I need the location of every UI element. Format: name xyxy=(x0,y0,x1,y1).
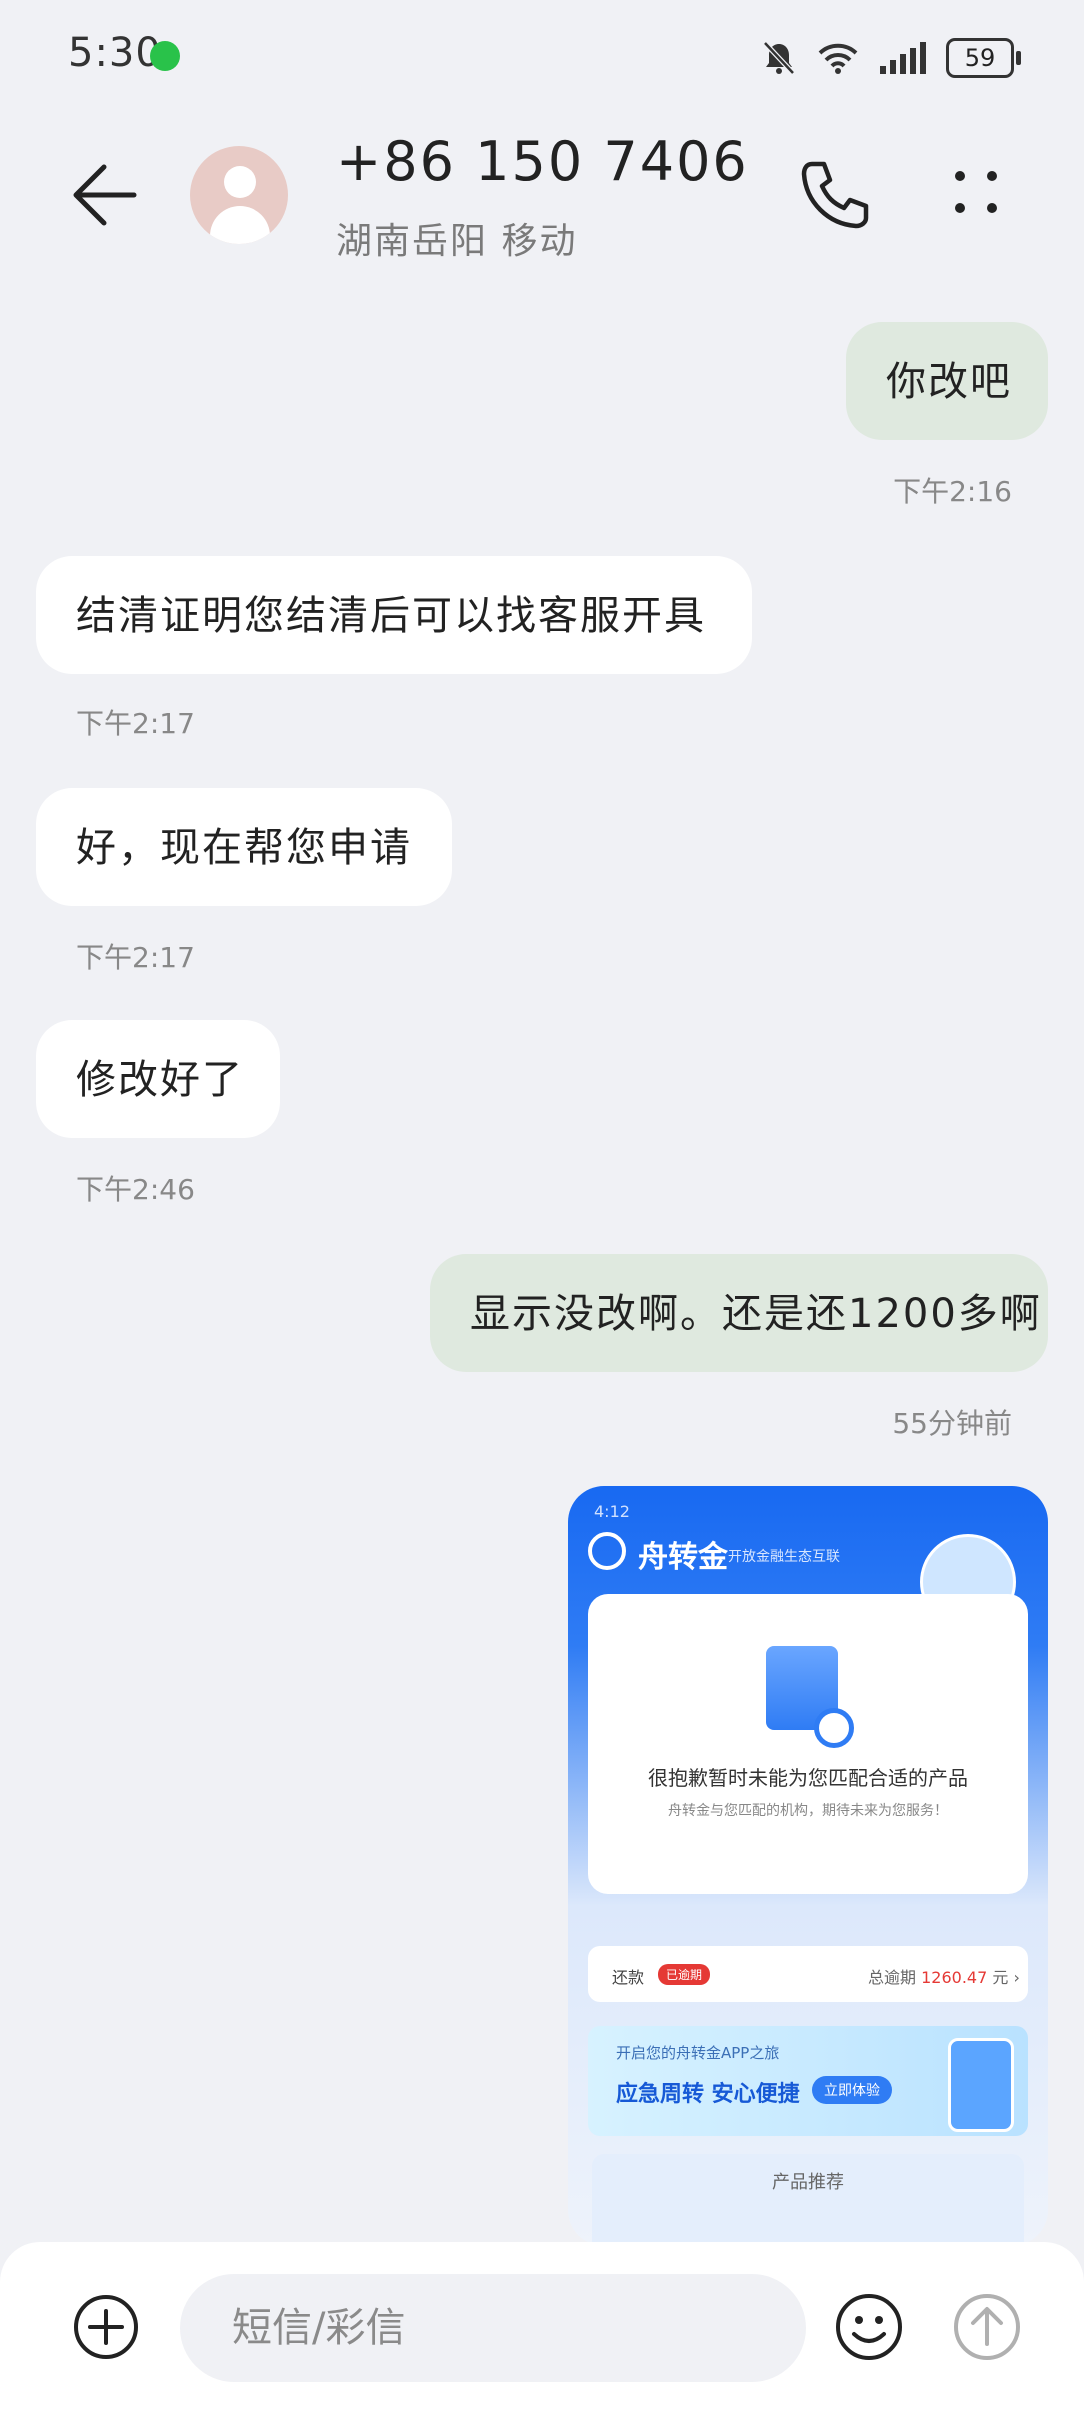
image-overdue-label: 总逾期 xyxy=(868,1968,917,1987)
more-vertical-icon[interactable] xyxy=(944,160,1008,224)
image-banner-line2: 应急周转 安心便捷 xyxy=(616,2082,800,2107)
image-notice-detail: 舟转金与您匹配的机构，期待未来为您服务！ xyxy=(668,1803,948,1819)
image-section-title: 产品推荐 xyxy=(772,2172,844,2193)
image-notice-title: 很抱歉暂时未能为您匹配合适的产品 xyxy=(648,1766,968,1790)
signal-icon xyxy=(880,42,926,74)
contact-avatar[interactable] xyxy=(190,146,288,244)
message-timestamp: 下午2:46 xyxy=(76,1173,195,1206)
mute-bell-icon xyxy=(763,41,795,75)
image-repay-label: 还款 xyxy=(612,1968,645,1987)
image-banner-button: 立即体验 xyxy=(812,2076,892,2104)
battery-icon: 59 xyxy=(946,38,1021,78)
smile-icon[interactable] xyxy=(834,2292,904,2362)
image-notice-card xyxy=(588,1594,1028,1894)
send-arrow-icon[interactable] xyxy=(952,2292,1022,2362)
contact-name[interactable]: +86 150 7406 9··· xyxy=(336,130,756,193)
message-timestamp: 下午2:17 xyxy=(76,707,195,740)
message-bubble-received[interactable]: 修改好了 xyxy=(36,1020,280,1138)
message-input[interactable] xyxy=(180,2274,806,2382)
image-app-name: 舟转金 xyxy=(638,1540,728,1575)
contact-location: 湖南岳阳 移动 xyxy=(336,221,578,262)
message-bubble-sent[interactable]: 你改吧 xyxy=(846,322,1048,440)
message-timestamp: 下午2:16 xyxy=(893,475,1012,508)
wechat-notification-icon xyxy=(150,41,180,71)
message-bubble-received[interactable]: 好，现在帮您申请 xyxy=(36,788,452,906)
message-timestamp: 下午2:17 xyxy=(76,941,195,974)
image-status-time: 4:12 xyxy=(594,1502,630,1521)
image-tagline: 开放金融生态互联 xyxy=(728,1549,840,1565)
image-overdue-amount: 1260.47 xyxy=(921,1968,988,1987)
back-arrow-icon[interactable] xyxy=(60,150,150,240)
phone-illustration-icon xyxy=(948,2038,1014,2132)
status-icons: 59 xyxy=(762,30,1021,86)
message-bubble-sent[interactable]: 显示没改啊。还是还1200多啊 xyxy=(430,1254,1048,1372)
image-overdue-badge: 已逾期 xyxy=(658,1964,711,1985)
phone-icon[interactable] xyxy=(794,154,874,234)
message-timestamp: 55分钟前 xyxy=(892,1407,1012,1440)
status-time: 5:30 xyxy=(68,30,162,76)
image-overdue-unit: 元 xyxy=(992,1968,1009,1987)
message-bubble-received[interactable]: 结清证明您结清后可以找客服开具 xyxy=(36,556,752,674)
magnifier-icon xyxy=(814,1708,854,1748)
image-banner-line1: 开启您的舟转金APP之旅 xyxy=(616,2044,780,2062)
wifi-icon xyxy=(818,43,858,74)
image-overdue-total: 总逾期 1260.47 元 › xyxy=(868,1968,1020,1987)
plus-circle-icon[interactable] xyxy=(72,2293,140,2361)
app-logo-icon xyxy=(588,1532,626,1570)
image-attachment[interactable]: 4:12 舟转金 开放金融生态互联 很抱歉暂时未能为您匹配合适的产品 舟转金与您… xyxy=(568,1486,1048,2246)
